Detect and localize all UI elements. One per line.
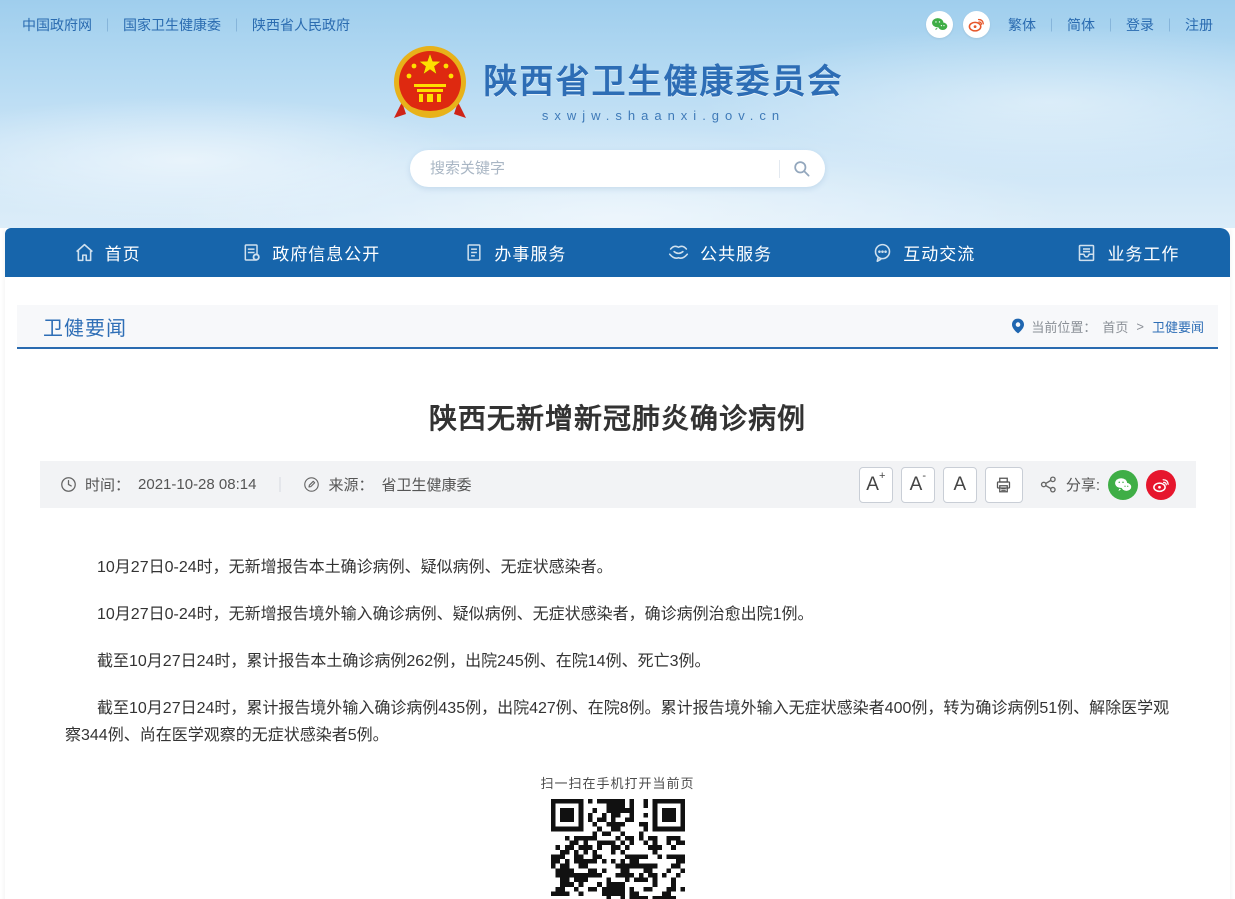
nav-label: 政府信息公开 xyxy=(272,240,380,265)
weibo-icon[interactable] xyxy=(963,11,990,38)
article-title: 陕西无新增新冠肺炎确诊病例 xyxy=(5,397,1230,437)
topbar-utility-links: 繁体 ｜ 简体 ｜ 登录 ｜ 注册 xyxy=(1008,15,1213,35)
topbar-separator: ｜ xyxy=(230,18,243,33)
source-label: 来源： xyxy=(328,474,373,495)
topbar-separator: ｜ xyxy=(101,18,114,33)
wechat-icon[interactable] xyxy=(926,11,953,38)
source-pen-icon xyxy=(303,476,320,493)
topbar-separator: ｜ xyxy=(1104,15,1117,34)
font-smaller-button[interactable]: A- xyxy=(901,467,935,503)
article-paragraph: 截至10月27日24时，累计报告本土确诊病例262例，出院245例、在院14例、… xyxy=(65,648,1180,675)
share-nodes-icon xyxy=(1039,475,1058,494)
topbar-left-links: 中国政府网 ｜ 国家卫生健康委 ｜ 陕西省人民政府 xyxy=(22,15,350,35)
link-shaanxi-gov[interactable]: 陕西省人民政府 xyxy=(252,17,350,33)
nav-label: 首页 xyxy=(105,240,141,265)
clock-icon xyxy=(60,476,77,493)
share-group: 分享: xyxy=(1039,470,1176,500)
font-reset-button[interactable]: A xyxy=(943,467,977,503)
font-btn-base: A xyxy=(866,468,879,502)
breadcrumb: 当前位置： 首页 > 卫健要闻 xyxy=(1011,317,1204,336)
nav-item-interaction[interactable]: 互动交流 xyxy=(822,228,1026,277)
font-btn-base: A xyxy=(910,468,923,502)
article-paragraph: 10月27日0-24时，无新增报告境外输入确诊病例、疑似病例、无症状感染者，确诊… xyxy=(65,601,1180,628)
national-emblem-logo xyxy=(392,44,468,133)
topbar-separator: ｜ xyxy=(1045,15,1058,34)
nav-item-business[interactable]: 业务工作 xyxy=(1026,228,1230,277)
qr-section: 扫一扫在手机打开当前页 xyxy=(5,773,1230,899)
search-input[interactable] xyxy=(430,160,779,177)
sky-header: 中国政府网 ｜ 国家卫生健康委 ｜ 陕西省人民政府 繁体 ｜ 简体 ｜ 登录 ｜ 注册 xyxy=(0,0,1235,228)
search-divider xyxy=(779,160,780,178)
topbar-right: 繁体 ｜ 简体 ｜ 登录 ｜ 注册 xyxy=(926,11,1213,38)
breadcrumb-current[interactable]: 卫健要闻 xyxy=(1152,317,1204,336)
article-meta-right: A+ A- A 分享: xyxy=(859,467,1176,503)
inbox-icon xyxy=(1076,242,1097,263)
share-label: 分享: xyxy=(1066,474,1100,495)
article-meta-left: 时间： 2021-10-28 08:14 ｜ 来源： 省卫生健康委 xyxy=(60,474,472,495)
share-wechat-icon[interactable] xyxy=(1108,470,1138,500)
font-btn-sup: + xyxy=(879,468,885,484)
meta-divider: ｜ xyxy=(272,474,287,495)
search-box xyxy=(410,150,825,187)
link-simplified[interactable]: 简体 xyxy=(1067,15,1095,35)
article-body: 10月27日0-24时，无新增报告本土确诊病例、疑似病例、无症状感染者。 10月… xyxy=(5,508,1230,749)
info-disclosure-icon xyxy=(242,242,262,263)
chat-icon xyxy=(872,242,893,263)
topbar-separator: ｜ xyxy=(1163,15,1176,34)
link-traditional[interactable]: 繁体 xyxy=(1008,15,1036,35)
nav-item-info-disclosure[interactable]: 政府信息公开 xyxy=(209,228,413,277)
location-pin-icon xyxy=(1011,318,1025,334)
nav-item-public-service[interactable]: 公共服务 xyxy=(618,228,822,277)
page-content-card: 首页 政府信息公开 办事服务 公共服务 互动交流 xyxy=(5,228,1230,899)
font-btn-sup: - xyxy=(922,468,926,484)
site-brand: 陕西省卫生健康委员会 sxwjw.shaanxi.gov.cn xyxy=(0,44,1235,133)
nav-item-home[interactable]: 首页 xyxy=(5,228,209,277)
font-btn-base: A xyxy=(953,468,966,502)
qr-code xyxy=(551,799,685,899)
breadcrumb-strip: 卫健要闻 当前位置： 首页 > 卫健要闻 xyxy=(17,305,1218,349)
topbar: 中国政府网 ｜ 国家卫生健康委 ｜ 陕西省人民政府 繁体 ｜ 简体 ｜ 登录 ｜ 注册 xyxy=(0,0,1235,38)
search-icon[interactable] xyxy=(792,159,811,178)
nav-label: 互动交流 xyxy=(903,240,975,265)
location-label: 当前位置： xyxy=(1031,317,1096,336)
home-icon xyxy=(74,242,95,263)
article-meta-bar: 时间： 2021-10-28 08:14 ｜ 来源： 省卫生健康委 A+ A- A … xyxy=(40,461,1196,508)
publish-time: 2021-10-28 08:14 xyxy=(138,476,256,493)
link-national-health[interactable]: 国家卫生健康委 xyxy=(123,17,221,33)
time-label: 时间： xyxy=(85,474,130,495)
services-doc-icon xyxy=(464,242,484,263)
section-title: 卫健要闻 xyxy=(43,312,127,341)
print-button[interactable] xyxy=(985,467,1023,503)
share-weibo-icon[interactable] xyxy=(1146,470,1176,500)
article-paragraph: 截至10月27日24时，累计报告境外输入确诊病例435例，出院427例、在院8例… xyxy=(65,695,1180,749)
nav-label: 办事服务 xyxy=(494,240,566,265)
link-register[interactable]: 注册 xyxy=(1185,15,1213,35)
site-title: 陕西省卫生健康委员会 xyxy=(484,54,844,103)
public-service-icon xyxy=(667,242,690,263)
qr-caption: 扫一扫在手机打开当前页 xyxy=(5,773,1230,792)
breadcrumb-separator: > xyxy=(1136,319,1144,334)
nav-label: 业务工作 xyxy=(1107,240,1179,265)
link-login[interactable]: 登录 xyxy=(1126,15,1154,35)
font-larger-button[interactable]: A+ xyxy=(859,467,893,503)
source-value: 省卫生健康委 xyxy=(381,474,471,495)
nav-label: 公共服务 xyxy=(700,240,772,265)
site-url: sxwjw.shaanxi.gov.cn xyxy=(484,108,844,123)
nav-item-services[interactable]: 办事服务 xyxy=(413,228,617,277)
link-china-gov[interactable]: 中国政府网 xyxy=(22,17,92,33)
article-paragraph: 10月27日0-24时，无新增报告本土确诊病例、疑似病例、无症状感染者。 xyxy=(65,554,1180,581)
main-nav: 首页 政府信息公开 办事服务 公共服务 互动交流 xyxy=(5,228,1230,277)
breadcrumb-home[interactable]: 首页 xyxy=(1102,317,1128,336)
